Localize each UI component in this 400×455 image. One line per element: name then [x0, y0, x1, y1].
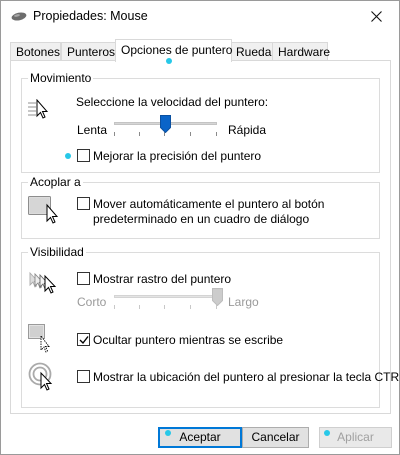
visibility-group: Visibilidad Mostrar rastro del puntero C…: [21, 245, 400, 408]
movement-group: Movimiento Seleccione la velocidad del p…: [21, 71, 380, 173]
snap-to-group: Acoplar a Mover automáticamente el punte…: [21, 175, 380, 239]
trails-slider-tick: [114, 305, 115, 309]
title-bar: Propiedades: Mouse: [1, 1, 399, 33]
mouse-properties-window: Propiedades: Mouse Botones Punteros Opci…: [0, 0, 400, 455]
accept-button-label: Aceptar: [179, 430, 221, 444]
hide-while-typing-checkbox[interactable]: [77, 333, 90, 346]
trails-slider-thumb[interactable]: [211, 288, 223, 306]
speed-slider-tick: [216, 132, 217, 136]
cancel-button-label: Cancelar: [251, 430, 300, 444]
precision-checkbox[interactable]: [77, 149, 90, 162]
pointer-speed-icon: [28, 99, 49, 119]
close-button[interactable]: [355, 1, 399, 32]
tab-strip: Botones Punteros Opciones de puntero Rue…: [10, 39, 390, 62]
highlight-dot: [166, 58, 172, 64]
highlight-dot: [324, 430, 330, 436]
tab-rueda[interactable]: Rueda: [230, 42, 274, 61]
cancel-button[interactable]: Cancelar: [242, 427, 309, 448]
snap-label-line2: predeterminado en un cuadro de diálogo: [93, 212, 310, 226]
apply-button[interactable]: Aplicar: [319, 427, 392, 448]
checkmark-icon: [79, 336, 89, 345]
hide-pointer-typing-icon: [28, 324, 50, 353]
tab-panel: Movimiento Seleccione la velocidad del p…: [10, 60, 400, 414]
snap-group-title: Acoplar a: [28, 175, 83, 189]
mouse-app-icon: [11, 12, 27, 21]
speed-slider-thumb[interactable]: [160, 115, 171, 133]
trails-slider-tick: [139, 305, 140, 309]
snap-to-default-icon: [28, 196, 59, 224]
visibility-group-title: Visibilidad: [28, 245, 86, 259]
tab-punteros[interactable]: Punteros: [61, 42, 117, 61]
speed-slider-tick: [114, 132, 115, 136]
show-location-checkbox[interactable]: [77, 370, 90, 383]
trails-short-label: Corto: [77, 295, 107, 309]
highlight-dot: [165, 430, 171, 436]
snap-checkbox[interactable]: [77, 197, 90, 210]
accept-button[interactable]: Aceptar: [158, 427, 242, 448]
speed-slider-tick: [190, 132, 191, 136]
trails-slider-track: [114, 295, 217, 298]
tab-hardware[interactable]: Hardware: [272, 42, 330, 61]
window-title: Propiedades: Mouse: [33, 9, 148, 23]
show-location-ctrl-icon: [28, 362, 53, 391]
trails-label: Mostrar rastro del puntero: [93, 272, 232, 286]
trails-long-label: Largo: [228, 295, 259, 309]
tab-botones[interactable]: Botones: [10, 42, 61, 61]
trails-slider-tick: [164, 305, 165, 309]
close-icon: [371, 11, 382, 22]
movement-group-title: Movimiento: [28, 71, 94, 85]
trails-checkbox[interactable]: [77, 272, 90, 285]
pointer-trails-icon: [29, 271, 57, 294]
snap-label-line1: Mover automáticamente el puntero al botó…: [93, 197, 325, 211]
speed-fast-label: Rápida: [228, 123, 267, 137]
trails-slider-tick: [190, 305, 191, 309]
apply-button-label: Aplicar: [337, 430, 374, 444]
speed-slider-tick: [139, 132, 140, 136]
hide-while-typing-label: Ocultar puntero mientras se escribe: [93, 333, 284, 347]
highlight-dot: [65, 153, 71, 159]
precision-label: Mejorar la precisión del puntero: [93, 149, 262, 163]
tab-opciones-de-puntero[interactable]: Opciones de puntero: [115, 39, 232, 62]
speed-label: Seleccione la velocidad del puntero:: [76, 95, 269, 109]
speed-slow-label: Lenta: [77, 123, 108, 137]
show-location-label: Mostrar la ubicación del puntero al pres…: [93, 370, 400, 384]
